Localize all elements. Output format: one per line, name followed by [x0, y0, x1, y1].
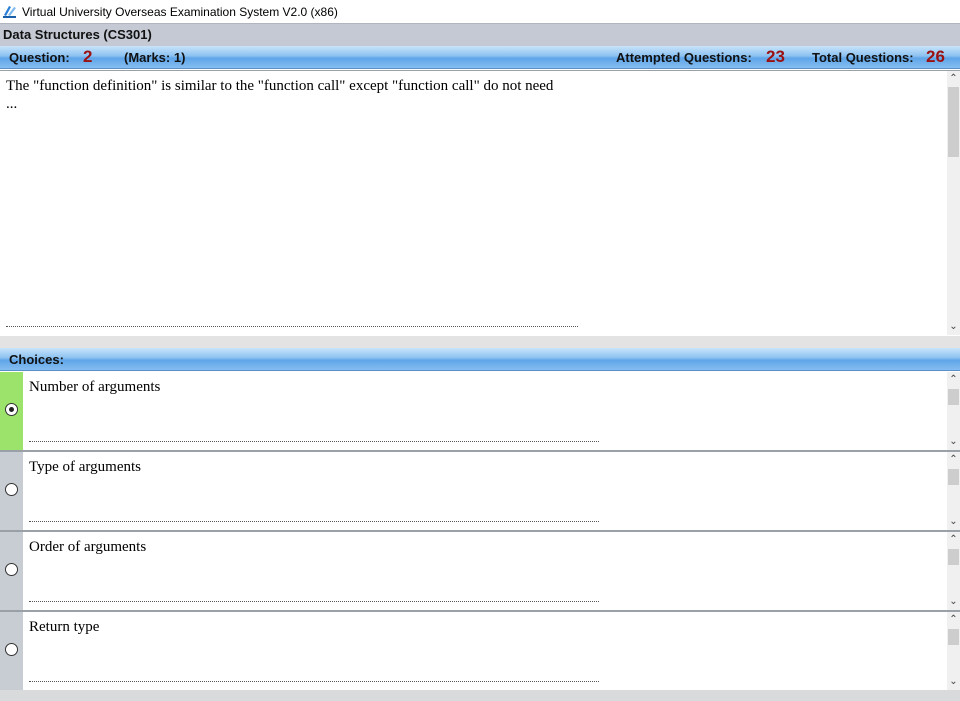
title-bar: Virtual University Overseas Examination … — [0, 0, 960, 23]
total-questions-label: Total Questions: — [812, 50, 914, 65]
scroll-down-icon[interactable]: ⌄ — [947, 436, 960, 448]
scroll-thumb[interactable] — [948, 87, 959, 157]
choice-selector[interactable] — [0, 612, 23, 690]
choice-option-1[interactable]: Number of arguments ⌃ ⌄ — [0, 372, 960, 452]
marks-label: (Marks: 1) — [124, 50, 186, 65]
scroll-up-icon[interactable]: ⌃ — [947, 534, 960, 546]
choice-option-2[interactable]: Type of arguments ⌃ ⌄ — [0, 452, 960, 532]
question-number: 2 — [83, 47, 93, 66]
question-status-bar: Question: 2 (Marks: 1) Attempted Questio… — [0, 46, 960, 69]
radio-button[interactable] — [5, 643, 18, 656]
pane-splitter[interactable] — [0, 336, 960, 348]
choice-dotted-line — [29, 681, 599, 682]
scroll-thumb[interactable] — [948, 389, 959, 405]
scroll-down-icon[interactable]: ⌄ — [947, 676, 960, 688]
choices-header-bar: Choices: — [0, 348, 960, 371]
choice-selector[interactable] — [0, 372, 23, 450]
choice-text: Type of arguments — [29, 459, 141, 475]
scroll-up-icon[interactable]: ⌃ — [947, 73, 960, 85]
radio-dot-icon — [9, 407, 14, 412]
choices-label: Choices: — [9, 352, 64, 367]
scroll-thumb[interactable] — [948, 469, 959, 485]
scroll-thumb[interactable] — [948, 629, 959, 645]
scroll-down-icon[interactable]: ⌄ — [947, 516, 960, 528]
scroll-down-icon[interactable]: ⌄ — [947, 321, 960, 333]
choice-text: Order of arguments — [29, 539, 147, 555]
choice-text: Number of arguments — [29, 379, 161, 395]
question-dotted-line — [6, 326, 578, 327]
choice-dotted-line — [29, 441, 599, 442]
radio-button-selected[interactable] — [5, 403, 18, 416]
vu-logo-icon — [3, 6, 16, 18]
choice-selector[interactable] — [0, 532, 23, 610]
attempted-questions-count: 23 — [766, 47, 785, 66]
question-text: The "function definition" is similar to … — [6, 78, 554, 112]
choice-text: Return type — [29, 619, 100, 635]
question-text-area[interactable]: The "function definition" is similar to … — [0, 70, 960, 339]
choice-option-4[interactable]: Return type ⌃ ⌄ — [0, 612, 960, 692]
choice-dotted-line — [29, 521, 599, 522]
scroll-up-icon[interactable]: ⌃ — [947, 454, 960, 466]
question-label: Question: — [9, 50, 70, 65]
scroll-up-icon[interactable]: ⌃ — [947, 614, 960, 626]
scroll-down-icon[interactable]: ⌄ — [947, 596, 960, 608]
scroll-up-icon[interactable]: ⌃ — [947, 374, 960, 386]
window-title: Virtual University Overseas Examination … — [22, 5, 338, 19]
total-questions-count: 26 — [926, 47, 945, 66]
bottom-toolbar-strip — [0, 690, 960, 701]
radio-button[interactable] — [5, 483, 18, 496]
attempted-questions-label: Attempted Questions: — [616, 50, 752, 65]
choice-option-3[interactable]: Order of arguments ⌃ ⌄ — [0, 532, 960, 612]
course-title: Data Structures (CS301) — [3, 27, 152, 42]
scroll-thumb[interactable] — [948, 549, 959, 565]
choice-dotted-line — [29, 601, 599, 602]
question-scrollbar[interactable]: ⌃ ⌄ — [947, 71, 960, 335]
choice-scrollbar[interactable]: ⌃ ⌄ — [947, 372, 960, 450]
choice-scrollbar[interactable]: ⌃ ⌄ — [947, 452, 960, 530]
radio-button[interactable] — [5, 563, 18, 576]
choice-scrollbar[interactable]: ⌃ ⌄ — [947, 612, 960, 690]
choice-scrollbar[interactable]: ⌃ ⌄ — [947, 532, 960, 610]
course-header: Data Structures (CS301) — [0, 23, 960, 46]
choice-selector[interactable] — [0, 452, 23, 530]
